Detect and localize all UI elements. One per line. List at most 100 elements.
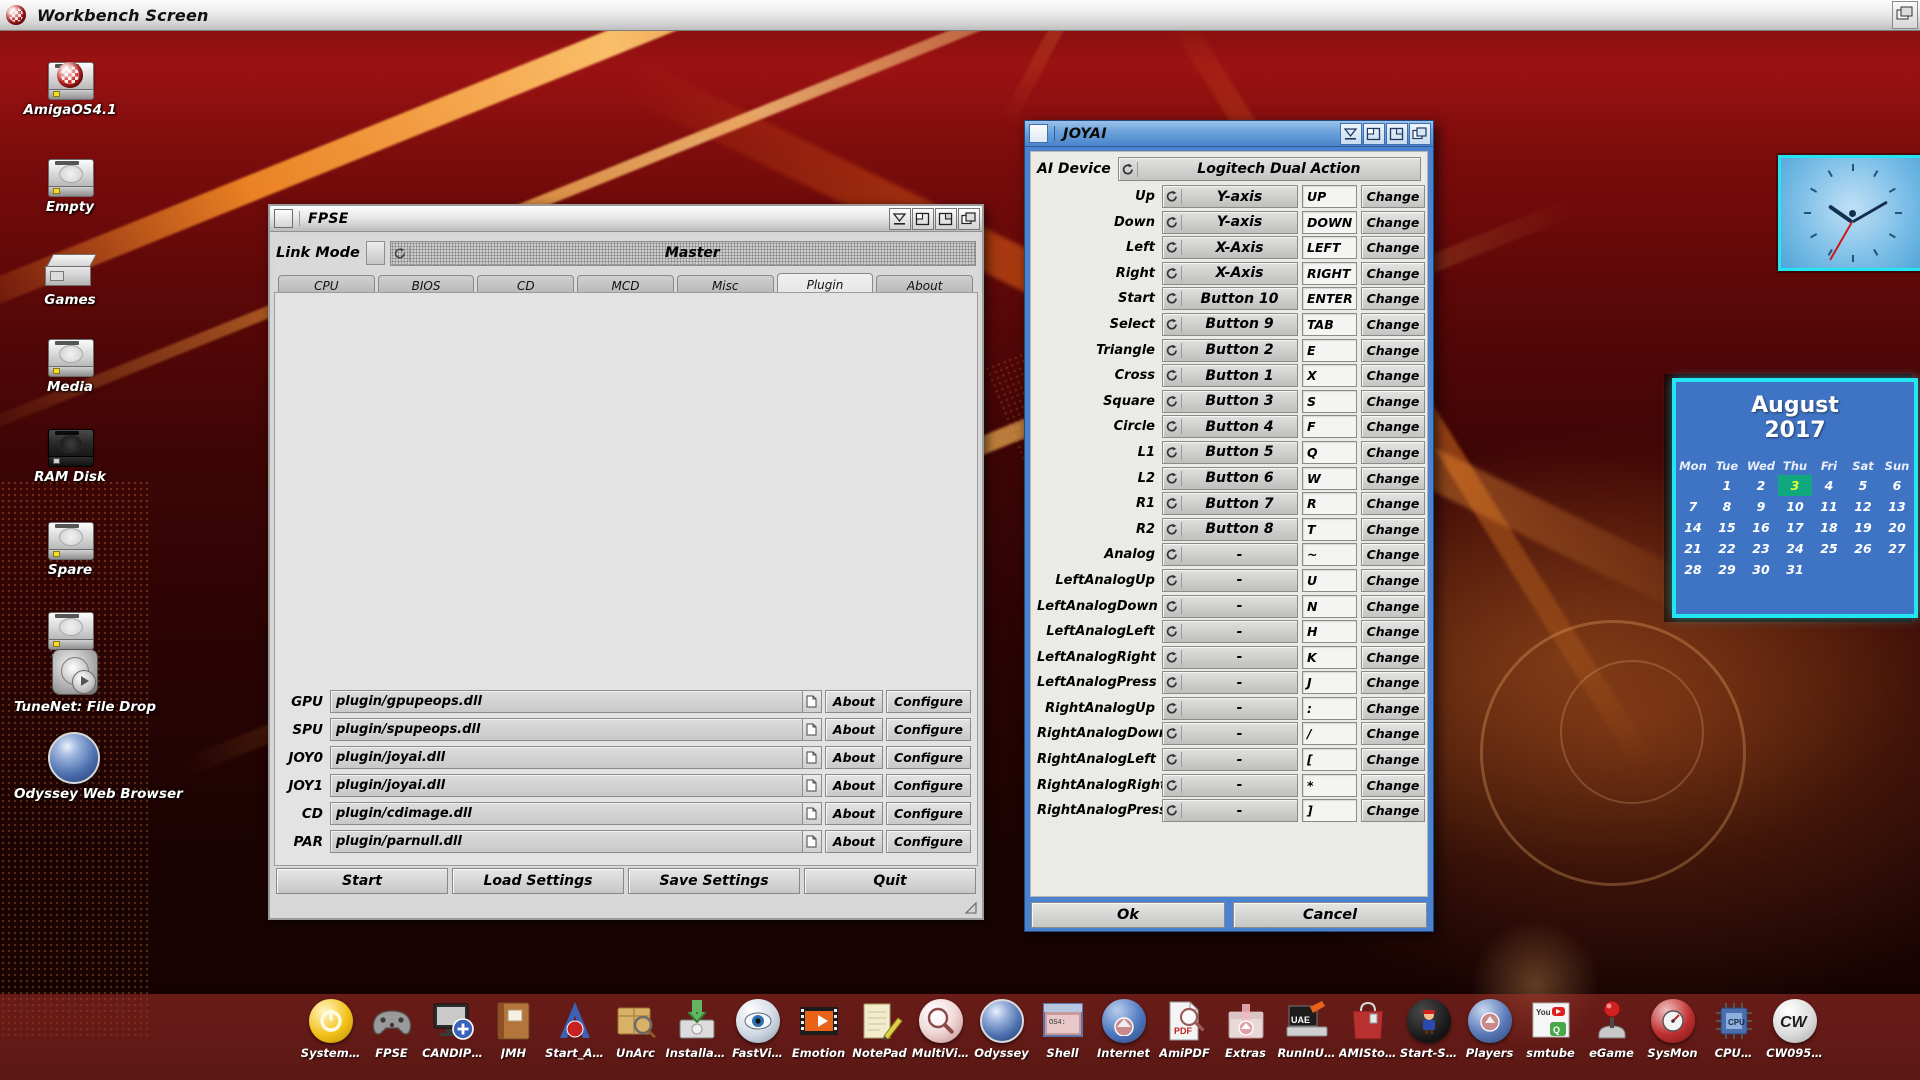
calendar-day[interactable]: 27 [1880,538,1914,559]
dock-item-unarc[interactable]: UnArc [605,994,666,1078]
dock-item-notepad[interactable]: NotePad [849,994,910,1078]
dock-item-smtube[interactable]: You Qsmtube [1520,994,1581,1078]
joyai-window[interactable]: JOYAI AI Device Logitech Dual Action Up … [1024,120,1434,932]
calendar-day[interactable]: 10 [1778,496,1812,517]
notepad-pencil-icon[interactable] [857,998,903,1044]
ai-device-cycle[interactable]: Logitech Dual Action [1117,157,1421,181]
calendar-day[interactable]: 9 [1744,496,1778,517]
binding-source-cycle[interactable]: - [1162,645,1298,669]
dock-item-extras[interactable]: Extras [1215,994,1276,1078]
desktop-icon-empty[interactable]: Empty [10,135,130,215]
dock-item-egame[interactable]: eGame [1581,994,1642,1078]
odyssey-ball-icon[interactable] [979,998,1025,1044]
binding-change-button[interactable]: Change [1361,645,1425,669]
calendar-day[interactable]: 3 [1778,475,1812,496]
shrink-gadget[interactable] [1363,122,1385,145]
gift-box-icon[interactable] [1223,998,1269,1044]
binding-key-input[interactable]: F [1302,415,1357,439]
fpse-window-gadgets[interactable] [888,207,982,230]
calendar-day[interactable]: 19 [1846,517,1880,538]
calendar-day[interactable]: 22 [1710,538,1744,559]
binding-key-input[interactable]: * [1302,773,1357,797]
binding-source-cycle[interactable]: X-Axis [1162,236,1298,260]
binding-change-button[interactable]: Change [1361,492,1425,516]
binding-change-button[interactable]: Change [1361,415,1425,439]
cpu-chip-icon[interactable]: CPU [1711,998,1757,1044]
binding-source-cycle[interactable]: - [1162,671,1298,695]
dock-item-shell[interactable]: OS4: Shell [1032,994,1093,1078]
binding-change-button[interactable]: Change [1361,312,1425,336]
screen-gadgets[interactable] [1891,0,1920,30]
plugin-configure-button[interactable]: Configure [886,718,971,741]
binding-key-input[interactable]: W [1302,466,1357,490]
dock-item-cpu[interactable]: CPU CPU… [1703,994,1764,1078]
mario-icon[interactable] [1406,998,1452,1044]
calendar-day[interactable]: 24 [1778,538,1812,559]
binding-change-button[interactable]: Change [1361,722,1425,746]
binding-change-button[interactable]: Change [1361,620,1425,644]
binding-key-input[interactable]: TAB [1302,312,1357,336]
binding-source-cycle[interactable]: X-Axis [1162,261,1298,285]
plugin-configure-button[interactable]: Configure [886,802,971,825]
monitor-plus-icon[interactable] [430,998,476,1044]
binding-source-cycle[interactable]: - [1162,748,1298,772]
binding-source-cycle[interactable]: Button 4 [1162,415,1298,439]
plugin-about-button[interactable]: About [824,718,883,741]
file-browse-icon[interactable] [801,746,822,769]
dock-item-start-s[interactable]: Start-S… [1398,994,1459,1078]
ok-button[interactable]: Ok [1031,902,1225,928]
ai-device-row[interactable]: AI Device Logitech Dual Action [1037,157,1421,181]
binding-key-input[interactable]: U [1302,568,1357,592]
calendar-day[interactable]: 12 [1846,496,1880,517]
start-button[interactable]: Start [276,868,448,894]
calendar-widget[interactable]: August 2017 Mon Tue Wed Thu Fri Sat Sun 123456… [1672,378,1918,618]
calendar-day[interactable]: 4 [1812,475,1846,496]
plugin-path-input[interactable]: plugin/gpupeops.dll [330,690,803,713]
desktop-icon-media[interactable]: Media [10,315,130,395]
desktop-icon-tunenet-file-drop[interactable]: TuneNet: File Drop [14,635,156,715]
dock-item-system[interactable]: System… [300,994,361,1078]
binding-key-input[interactable]: N [1302,594,1357,618]
binding-change-button[interactable]: Change [1361,696,1425,720]
joyai-close-gadget[interactable] [1029,124,1048,143]
fpse-title-bar[interactable]: FPSE [270,206,982,232]
file-browse-icon[interactable] [801,774,822,797]
dock-item-multivi[interactable]: MultiVi… [910,994,971,1078]
desktop-icon-ram-disk[interactable]: RAM Disk [10,405,130,485]
binding-key-input[interactable]: E [1302,338,1357,362]
binding-source-cycle[interactable]: Button 5 [1162,440,1298,464]
calendar-day[interactable]: 13 [1880,496,1914,517]
dock-item-odyssey[interactable]: Odyssey [971,994,1032,1078]
binding-change-button[interactable]: Change [1361,338,1425,362]
binding-change-button[interactable]: Change [1361,671,1425,695]
file-browse-icon[interactable] [801,718,822,741]
calendar-day[interactable]: 15 [1710,517,1744,538]
binding-key-input[interactable]: [ [1302,748,1357,772]
amigaonix-icon[interactable] [552,998,598,1044]
binding-source-cycle[interactable]: - [1162,696,1298,720]
shrink-gadget[interactable] [912,207,934,230]
plugin-path-input[interactable]: plugin/joyai.dll [330,774,803,797]
plugin-about-button[interactable]: About [824,802,883,825]
iconify-gadget[interactable] [889,207,911,230]
dock-item-runinu[interactable]: UAE RunInU… [1276,994,1337,1078]
binding-change-button[interactable]: Change [1361,185,1425,208]
plugin-about-button[interactable]: About [824,690,883,713]
calendar-day[interactable]: 17 [1778,517,1812,538]
binding-key-input[interactable]: X [1302,364,1357,388]
desktop-icon-spare[interactable]: Spare [10,498,130,578]
cw-logo-icon[interactable]: CW [1772,998,1818,1044]
fpse-window[interactable]: FPSE Link Mode Master CPU BIOS CD MCD Mi… [268,204,984,920]
plugin-configure-button[interactable]: Configure [886,746,971,769]
binding-change-button[interactable]: Change [1361,799,1425,823]
plugin-about-button[interactable]: About [824,774,883,797]
calendar-day[interactable]: 23 [1744,538,1778,559]
binding-source-cycle[interactable]: Button 8 [1162,517,1298,541]
dock-item-emotion[interactable]: Emotion [788,994,849,1078]
dock-item-installat[interactable]: Installat… [666,994,728,1078]
binding-source-cycle[interactable]: - [1162,594,1298,618]
fpse-button-bar[interactable]: Start Load Settings Save Settings Quit [274,866,978,896]
binding-key-input[interactable]: / [1302,722,1357,746]
dock-item-cw095[interactable]: CW CW095… [1764,994,1825,1078]
dock-item-fpse[interactable]: FPSE [361,994,422,1078]
